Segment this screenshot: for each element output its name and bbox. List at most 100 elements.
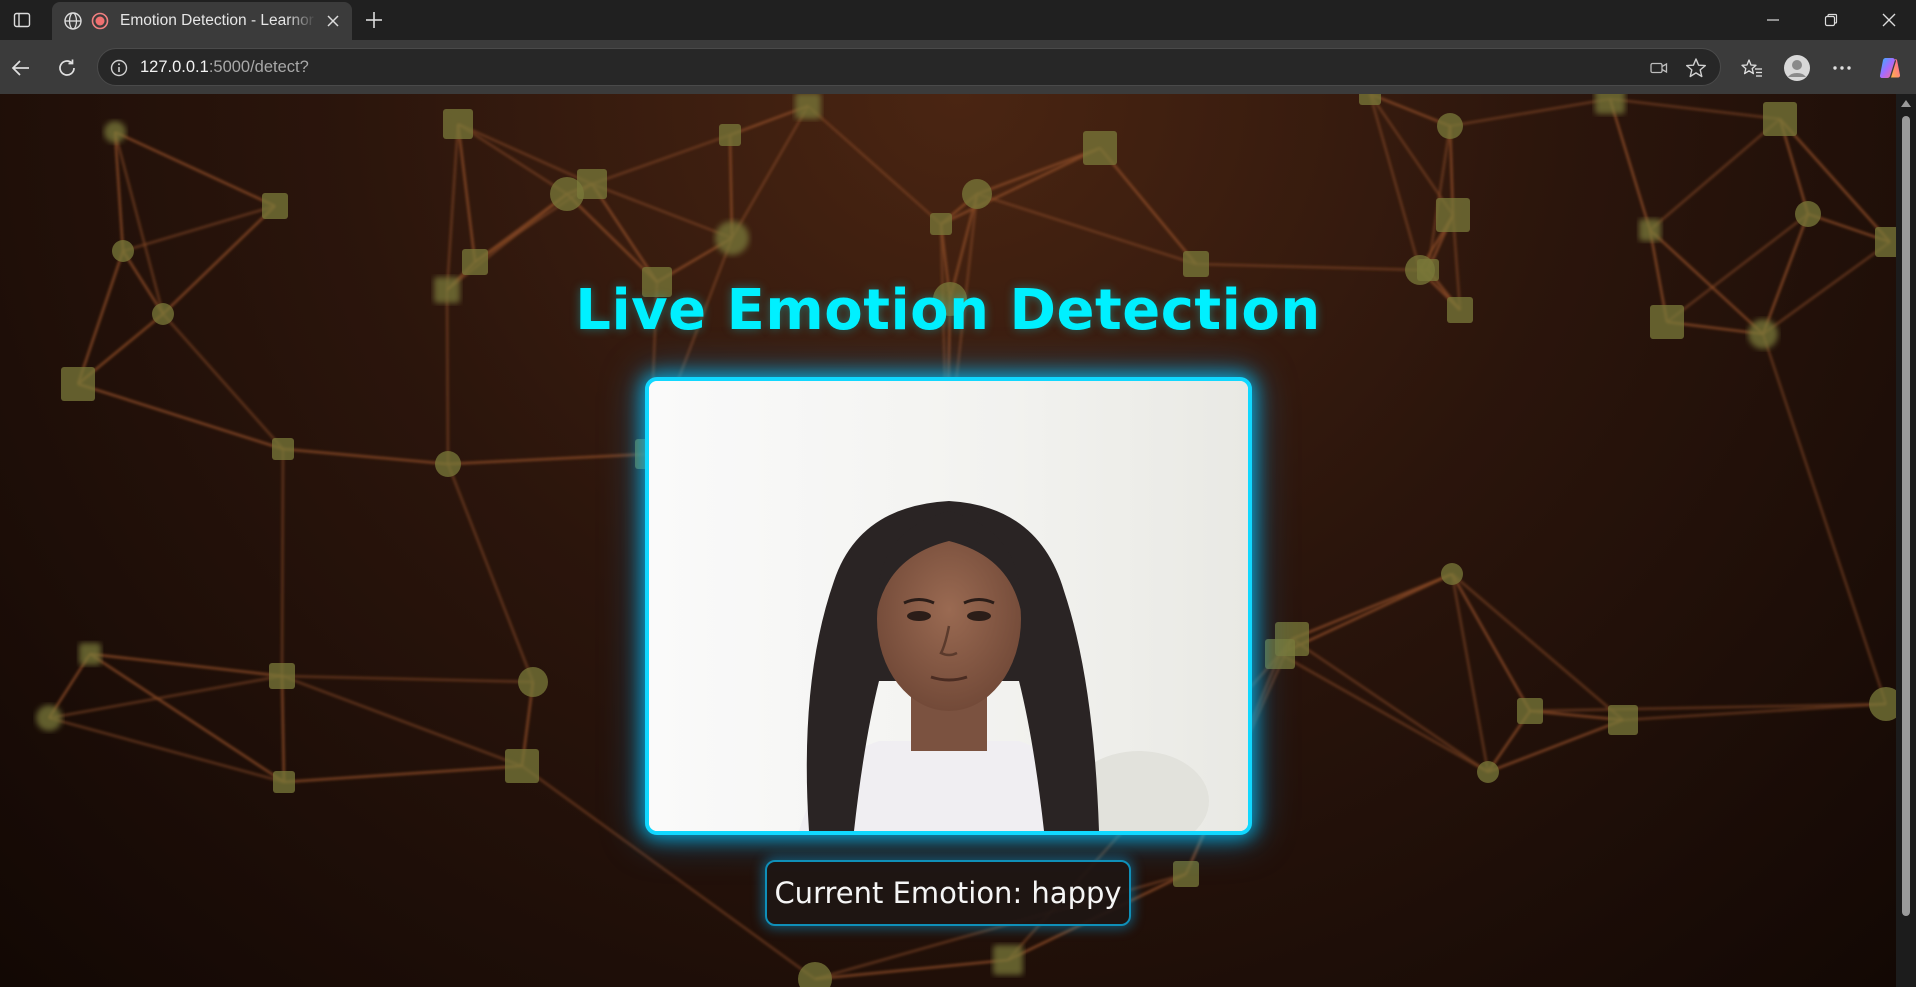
network-node: [993, 945, 1023, 975]
network-line: [281, 674, 534, 684]
network-node: [798, 962, 832, 987]
webcam-image: [649, 381, 1248, 831]
tab-title: Emotion Detection - Learnor: [120, 12, 314, 29]
network-node: [1436, 198, 1470, 232]
network-line: [457, 122, 568, 196]
scrollbar-thumb[interactable]: [1902, 116, 1910, 916]
network-line: [1291, 572, 1453, 641]
network-line: [281, 674, 523, 768]
favorites-icon: [1741, 59, 1762, 77]
minimize-icon: [1767, 19, 1779, 21]
network-line: [1487, 718, 1624, 774]
more-button[interactable]: [1825, 51, 1859, 85]
close-window-button[interactable]: [1860, 0, 1916, 40]
url-text[interactable]: 127.0.0.1:5000/detect?: [140, 58, 309, 77]
network-node: [273, 771, 295, 793]
network-line: [1368, 94, 1455, 216]
network-node: [1183, 251, 1209, 277]
network-line: [807, 105, 942, 225]
url-host: 127.0.0.1: [140, 58, 209, 76]
network-line: [1649, 118, 1781, 231]
network-node: [1763, 102, 1797, 136]
network-line: [447, 452, 651, 466]
network-line: [445, 123, 460, 291]
address-bar[interactable]: 127.0.0.1:5000/detect?: [97, 48, 1721, 86]
network-line: [1279, 652, 1489, 774]
star-icon[interactable]: [1684, 56, 1708, 80]
network-line: [591, 133, 731, 186]
page-title: Live Emotion Detection: [575, 278, 1321, 343]
network-node: [269, 663, 295, 689]
profile-icon: [1784, 55, 1810, 81]
new-tab-button[interactable]: [360, 6, 388, 34]
network-line: [77, 382, 284, 451]
page-viewport: Live Emotion Detection Current Emotion: …: [0, 94, 1916, 987]
plus-icon: [366, 12, 382, 28]
network-node: [1608, 705, 1638, 735]
network-node: [1359, 94, 1381, 105]
back-button[interactable]: [4, 51, 38, 85]
tab-actions-icon: [13, 12, 31, 28]
network-node: [272, 438, 294, 460]
copilot-icon: [1879, 57, 1901, 79]
network-line: [1609, 97, 1781, 121]
network-line: [1099, 147, 1197, 265]
network-line: [456, 123, 477, 263]
tab-close-icon[interactable]: [322, 10, 344, 32]
network-line: [1608, 98, 1652, 231]
back-arrow-icon: [11, 60, 29, 76]
network-node: [1083, 131, 1117, 165]
minimize-button[interactable]: [1744, 0, 1802, 40]
network-node: [104, 121, 126, 143]
network-node: [1875, 227, 1896, 257]
recording-dot-icon: [90, 11, 110, 31]
network-line: [48, 674, 283, 720]
network-line: [446, 463, 535, 683]
profile-button[interactable]: [1780, 51, 1814, 85]
network-node: [61, 367, 95, 401]
network-line: [976, 192, 1197, 266]
network-node: [1441, 563, 1463, 585]
network-line: [283, 764, 523, 784]
network-node: [443, 109, 473, 139]
favorites-button[interactable]: [1735, 51, 1769, 85]
network-node: [795, 94, 821, 119]
network-node: [930, 213, 952, 235]
tab-strip: Emotion Detection - Learnor: [0, 0, 1916, 40]
browser-tab[interactable]: Emotion Detection - Learnor: [52, 2, 352, 40]
network-node: [1275, 622, 1309, 656]
network-line: [814, 958, 1009, 981]
network-node: [1437, 113, 1463, 139]
reload-button[interactable]: [50, 51, 84, 85]
network-line: [591, 182, 733, 240]
network-node: [1639, 219, 1661, 241]
network-node: [36, 705, 62, 731]
scroll-up-arrow-icon[interactable]: [1901, 100, 1911, 107]
network-node: [462, 249, 488, 275]
emotion-status: Current Emotion: happy: [765, 860, 1131, 926]
network-line: [280, 675, 286, 783]
info-icon[interactable]: [108, 57, 130, 79]
globe-icon: [62, 10, 84, 32]
vertical-scrollbar[interactable]: [1896, 94, 1916, 987]
network-line: [730, 105, 810, 239]
network-node: [262, 193, 288, 219]
reload-icon: [59, 59, 75, 76]
restore-button[interactable]: [1802, 0, 1860, 40]
network-node: [1595, 94, 1625, 114]
more-icon: [1833, 66, 1851, 70]
camera-icon[interactable]: [1648, 57, 1670, 79]
restore-icon: [1824, 13, 1838, 27]
network-line: [1195, 262, 1421, 272]
network-node: [79, 643, 101, 665]
network-line: [282, 447, 449, 466]
copilot-button[interactable]: [1873, 51, 1907, 85]
network-line: [48, 716, 285, 784]
network-line: [446, 193, 568, 291]
tab-actions-button[interactable]: [8, 6, 36, 34]
network-line: [1291, 637, 1489, 774]
network-node: [1173, 861, 1199, 887]
network-line: [1368, 94, 1422, 271]
network-node: [577, 169, 607, 199]
close-icon: [1882, 13, 1896, 27]
